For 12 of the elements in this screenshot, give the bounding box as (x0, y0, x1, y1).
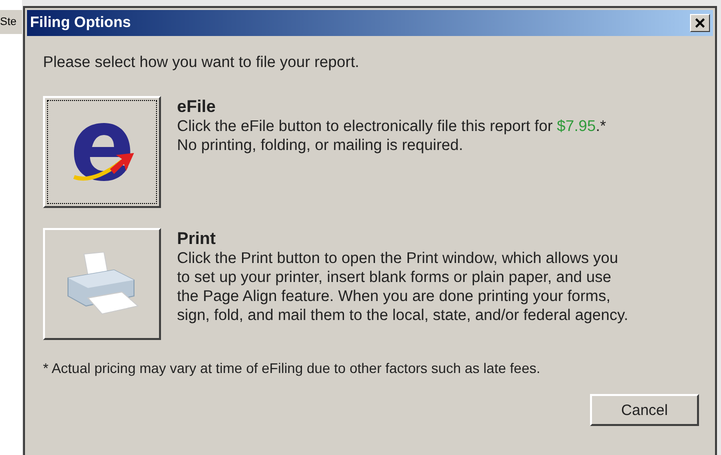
option-title: Print (177, 229, 217, 249)
window-title: Filing Options (30, 12, 131, 33)
cancel-button[interactable]: Cancel (590, 394, 699, 426)
option-description: Click the eFile button to electronically file this report for $7.95.* No printing, folding, or mailing is required. (177, 117, 606, 155)
close-icon (695, 18, 705, 28)
close-button[interactable] (690, 14, 710, 32)
print-button[interactable] (43, 228, 161, 340)
efile-button[interactable] (43, 96, 161, 208)
prompt-text: Please select how you want to file your report. (43, 53, 360, 72)
option-description: Click the Print button to open the Print window, which allows you to set up your printer, insert blank forms or plain paper, and use the Page Align feature. When you are done printing your forms, sign, fold, and mail them to the local, state, and/or federal agency. (177, 249, 628, 325)
option-title: eFile (177, 97, 217, 117)
footnote-text: * Actual pricing may vary at time of eFiling due to other factors such as late fees. (43, 359, 542, 378)
